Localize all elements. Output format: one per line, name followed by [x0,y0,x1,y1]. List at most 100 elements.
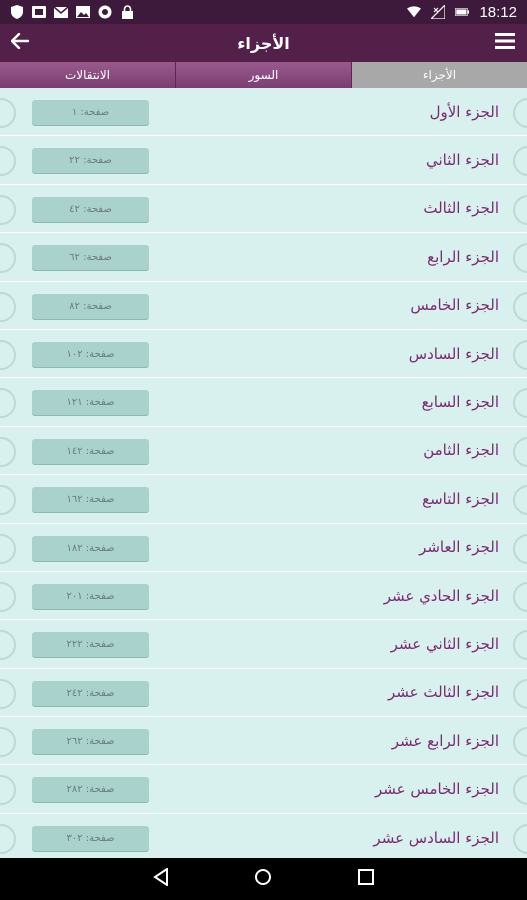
circle-decoration [0,678,16,709]
page-button[interactable]: صفحة: ٢٢ [32,148,149,174]
shield-icon [10,5,24,19]
circle-decoration [513,485,527,516]
juz-label: الجزء الأول [429,102,499,121]
triangle-back-icon [153,867,169,890]
page-button[interactable]: صفحة: ١٦٢ [32,487,149,513]
list-item[interactable]: صفحة: ٦٢ الجزء الرابع [0,233,527,282]
page-button[interactable]: صفحة: ٢٤٢ [32,680,149,706]
circle-decoration [513,146,527,177]
hamburger-icon [495,33,515,53]
circle-decoration [0,291,16,322]
page-button[interactable]: صفحة: ١٠٢ [32,341,149,367]
page-button[interactable]: صفحة: ٢٢٢ [32,632,149,658]
list-item[interactable]: صفحة: ١٢١ الجزء السابع [0,378,527,427]
juz-label: الجزء الخامس [410,296,499,315]
battery-icon [455,5,470,19]
tab-surahs[interactable]: السور [176,62,352,88]
system-nav-bar [0,858,527,900]
juz-label: الجزء الخامس عشر [374,780,499,799]
circle-decoration [513,194,527,225]
circle-decoration [0,630,16,661]
list-item[interactable]: صفحة: ٤٢ الجزء الثالث [0,185,527,234]
juz-label: الجزء التاسع [422,489,499,508]
list-item[interactable]: صفحة: ٢٠١ الجزء الحادي عشر [0,572,527,621]
list-item[interactable]: صفحة: ٣٠٢ الجزء السادس عشر [0,814,527,858]
lock-icon [120,5,134,19]
juz-list: صفحة: ١ الجزء الأول صفحة: ٢٢ الجزء الثان… [0,88,527,858]
image-icon [76,5,90,19]
circle-home-icon [254,868,272,890]
circle-decoration [0,98,16,128]
app-bar: الأجزاء [0,24,527,62]
page-button[interactable]: صفحة: ٢٠١ [32,583,149,609]
list-item[interactable]: صفحة: ١٦٢ الجزء التاسع [0,475,527,524]
juz-label: الجزء الثالث [423,199,499,218]
page-button[interactable]: صفحة: ١٨٢ [32,535,149,561]
page-button[interactable]: صفحة: ٤٢ [32,196,149,222]
tab-bar: الانتقالات السور الأجزاء [0,62,527,88]
juz-label: الجزء السادس عشر [373,828,499,847]
circle-decoration [513,243,527,274]
circle-decoration [0,388,16,419]
juz-label: الجزء الثاني عشر [390,634,499,653]
juz-label: الجزء الثاني [425,151,499,170]
circle-decoration [513,630,527,661]
page-button[interactable]: صفحة: ٣٠٢ [32,825,149,851]
juz-label: الجزء الثامن [423,441,499,460]
globe-icon [98,5,112,19]
circle-decoration [513,727,527,758]
nav-back-button[interactable] [146,864,176,894]
page-button[interactable]: صفحة: ٢٨٢ [32,777,149,803]
square-recents-icon [357,869,374,889]
page-title: الأجزاء [237,33,290,53]
juz-label: الجزء السابع [421,393,499,412]
page-button[interactable]: صفحة: ٢٦٢ [32,729,149,755]
circle-decoration [513,581,527,612]
circle-decoration [513,339,527,370]
juz-label: الجزء الثالث عشر [387,683,499,702]
list-item[interactable]: صفحة: ٢٢٢ الجزء الثاني عشر [0,620,527,669]
circle-decoration [0,146,16,177]
circle-decoration [513,823,527,854]
page-button[interactable]: صفحة: ٦٢ [32,245,149,271]
circle-decoration [0,243,16,274]
clock: 18:12 [479,3,517,21]
page-button[interactable]: صفحة: ١٢١ [32,390,149,416]
circle-decoration [513,775,527,806]
list-item[interactable]: صفحة: ٨٢ الجزء الخامس [0,282,527,330]
circle-decoration [0,339,16,370]
juz-label: الجزء السادس [408,344,499,363]
circle-decoration [513,291,527,322]
list-item[interactable]: صفحة: ١٠٢ الجزء السادس [0,330,527,379]
nav-recents-button[interactable] [351,864,381,894]
circle-decoration [0,823,16,854]
list-item[interactable]: صفحة: ٢٦٢ الجزء الرابع عشر [0,717,527,766]
nav-home-button[interactable] [248,864,278,894]
list-item[interactable]: صفحة: ٢٢ الجزء الثاني [0,136,527,185]
menu-button[interactable] [491,29,519,57]
notification-icons [10,5,134,19]
juz-label: الجزء الرابع عشر [391,731,499,750]
tab-transitions[interactable]: الانتقالات [0,62,176,88]
circle-decoration [0,533,16,564]
page-button[interactable]: صفحة: ١٤٢ [32,438,149,464]
list-item[interactable]: صفحة: ١٨٢ الجزء العاشر [0,524,527,572]
circle-decoration [0,194,16,225]
list-item[interactable]: صفحة: ٢٨٢ الجزء الخامس عشر [0,765,527,814]
juz-label: الجزء الحادي عشر [383,586,499,605]
mail-icon [54,5,68,19]
list-item[interactable]: صفحة: ٢٤٢ الجزء الثالث عشر [0,669,527,718]
tab-parts[interactable]: الأجزاء [352,62,527,88]
circle-decoration [0,581,16,612]
list-item[interactable]: صفحة: ١٤٢ الجزء الثامن [0,427,527,476]
circle-decoration [0,775,16,806]
circle-decoration [0,727,16,758]
page-button[interactable]: صفحة: ٨٢ [32,293,149,319]
arrow-left-icon [10,32,30,53]
circle-decoration [513,678,527,709]
list-item[interactable]: صفحة: ١ الجزء الأول [0,88,527,137]
page-button[interactable]: صفحة: ١ [32,100,149,125]
status-bar: 18:12 [0,0,527,24]
back-button[interactable] [6,29,34,57]
circle-decoration [513,436,527,467]
